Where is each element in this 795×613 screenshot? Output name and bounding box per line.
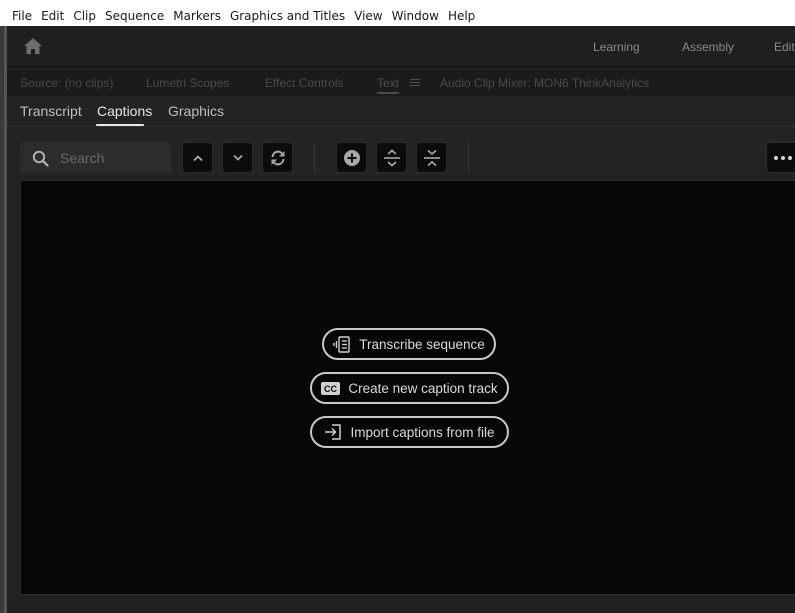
import-captions-label: Import captions from file — [350, 424, 495, 440]
split-caption-button[interactable] — [376, 142, 407, 173]
search-input[interactable] — [60, 142, 166, 173]
panel-tab-audio-clip-mixer[interactable]: Audio Clip Mixer: MON6 ThinkAnalytics — [440, 76, 649, 90]
active-panel-indicator — [377, 92, 399, 94]
svg-text:CC: CC — [324, 384, 337, 394]
home-icon — [24, 38, 42, 54]
plus-circle-icon — [343, 149, 360, 166]
panel-footer — [7, 596, 795, 613]
more-options-button[interactable] — [766, 142, 795, 173]
menu-file[interactable]: File — [12, 9, 32, 23]
workspace-bar: Learning Assembly Edit — [7, 26, 795, 68]
toolbar-divider — [314, 142, 315, 173]
hamburger-menu-icon[interactable] — [410, 79, 420, 87]
more-options-icon — [774, 155, 778, 160]
active-tab-indicator — [96, 124, 144, 126]
toolbar-divider — [468, 142, 469, 173]
menu-sequence[interactable]: Sequence — [105, 9, 164, 23]
create-caption-track-button[interactable]: CC Create new caption track — [310, 372, 509, 404]
chevron-down-icon — [232, 154, 243, 161]
panel-tab-effect-controls[interactable]: Effect Controls — [265, 76, 343, 90]
panel-tab-text[interactable]: Text — [377, 76, 399, 90]
split-icon — [383, 148, 400, 167]
tab-graphics[interactable]: Graphics — [168, 103, 224, 119]
captions-panel: Transcribe sequence CC Create new captio… — [20, 180, 795, 595]
refresh-icon — [271, 150, 284, 165]
panel-tab-lumetri-scopes[interactable]: Lumetri Scopes — [146, 76, 229, 90]
menu-window[interactable]: Window — [392, 9, 439, 23]
menu-edit[interactable]: Edit — [41, 9, 64, 23]
workspace-tab-learning[interactable]: Learning — [593, 40, 640, 54]
menu-bar: File Edit Clip Sequence Markers Graphics… — [0, 0, 795, 26]
tab-captions[interactable]: Captions — [97, 103, 152, 119]
panel-tab-source[interactable]: Source: (no clips) — [20, 76, 113, 90]
menu-help[interactable]: Help — [448, 9, 475, 23]
merge-icon — [423, 149, 440, 166]
search-icon — [32, 150, 49, 167]
import-captions-button[interactable]: Import captions from file — [310, 416, 509, 448]
create-caption-track-label: Create new caption track — [348, 380, 498, 396]
panel-tab-strip: Source: (no clips) Lumetri Scopes Effect… — [7, 70, 795, 96]
import-icon — [325, 424, 342, 440]
menu-view[interactable]: View — [354, 9, 382, 23]
captions-toolbar — [7, 128, 795, 180]
replace-button[interactable] — [262, 142, 293, 173]
next-button[interactable] — [222, 142, 253, 173]
workspace-tab-assembly[interactable]: Assembly — [682, 40, 734, 54]
cc-icon: CC — [321, 381, 341, 395]
chevron-up-icon — [192, 154, 203, 161]
workspace-tab-edit[interactable]: Edit — [774, 40, 795, 54]
home-button[interactable] — [23, 37, 45, 57]
search-box — [20, 142, 171, 173]
text-panel-subtabs: Transcript Captions Graphics — [7, 96, 795, 127]
menu-clip[interactable]: Clip — [73, 9, 96, 23]
transcribe-sequence-button[interactable]: Transcribe sequence — [322, 328, 496, 360]
add-caption-button[interactable] — [336, 142, 367, 173]
menu-graphics-and-titles[interactable]: Graphics and Titles — [230, 9, 345, 23]
tab-transcript[interactable]: Transcript — [20, 103, 82, 119]
previous-button[interactable] — [182, 142, 213, 173]
transcribe-sequence-label: Transcribe sequence — [359, 336, 485, 352]
merge-captions-button[interactable] — [416, 142, 447, 173]
menu-markers[interactable]: Markers — [173, 9, 221, 23]
transcribe-icon — [333, 335, 350, 353]
